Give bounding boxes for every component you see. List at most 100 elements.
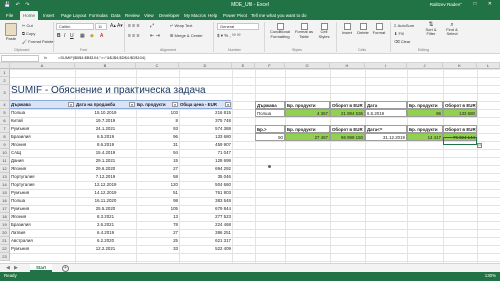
cell-styles-button[interactable]: Cell Styles — [316, 23, 332, 39]
table-cell[interactable]: Австралия — [10, 237, 75, 245]
row-header[interactable]: 11 — [0, 157, 10, 165]
column-header-i[interactable]: I — [365, 63, 407, 69]
row-header[interactable]: 16 — [0, 197, 10, 205]
box2-criteria-date[interactable]: 6.5.2019 — [365, 109, 407, 117]
row-header[interactable]: 17 — [0, 205, 10, 213]
table-cell[interactable]: 8.6.2019 — [75, 141, 136, 149]
table-cell[interactable]: 93 — [136, 125, 179, 133]
filter-dropdown-icon[interactable]: ▾ — [68, 102, 74, 107]
tab-page-layout[interactable]: Page Layout — [58, 11, 89, 20]
table-cell[interactable]: Бразилия — [10, 133, 75, 141]
table-cell[interactable]: 71 047 — [179, 149, 232, 157]
row-header[interactable]: 15 — [0, 189, 10, 197]
table-cell[interactable]: Латвия — [10, 229, 75, 237]
underline-button[interactable]: U — [70, 33, 74, 39]
table-cell[interactable]: Япония — [10, 213, 75, 221]
column-header-b[interactable]: B — [75, 63, 136, 69]
table-cell[interactable]: Румъния — [10, 125, 75, 133]
window-controls[interactable]: – □ ✕ — [459, 1, 497, 7]
tab-insert[interactable]: Insert — [40, 11, 57, 20]
box1-header-turnover[interactable]: Оборот в EUR — [330, 101, 365, 109]
font-name-select[interactable]: Calibri — [56, 23, 94, 30]
table-cell[interactable]: 761 903 — [179, 189, 232, 197]
format-painter-button[interactable]: 🖌 Format Painter — [22, 39, 55, 44]
table-cell[interactable]: Португалия — [10, 173, 75, 181]
table-cell[interactable]: 522 409 — [179, 245, 232, 253]
table-cell[interactable]: 6.4.2019 — [75, 229, 136, 237]
row-header[interactable]: 22 — [0, 245, 10, 253]
cut-button[interactable]: ✂ Cut — [22, 23, 33, 28]
table-header-country[interactable]: Държава ▾ — [10, 101, 75, 109]
table-cell[interactable]: 459 907 — [179, 141, 232, 149]
table-cell[interactable]: 51 — [136, 189, 179, 197]
sort-filter-button[interactable]: ⇅ Sort & Filter — [422, 22, 440, 37]
table-cell[interactable]: 383 548 — [179, 197, 232, 205]
number-format-select[interactable]: General — [217, 23, 259, 30]
box4-header-products[interactable]: Бр. продукти — [407, 125, 443, 133]
quick-analysis-icon[interactable]: ⊡ — [477, 143, 482, 148]
column-header-h[interactable]: H — [330, 63, 365, 69]
box3-result-turnover[interactable]: 96 999 150 — [330, 133, 365, 141]
row-header[interactable]: 14 — [0, 181, 10, 189]
table-cell[interactable]: 24.1.2021 — [75, 125, 136, 133]
column-header-f[interactable]: F — [255, 63, 285, 69]
row-header[interactable]: 6 — [0, 117, 10, 125]
column-header-k[interactable]: K — [443, 63, 477, 69]
row-header[interactable]: 10 — [0, 149, 10, 157]
font-size-select[interactable]: 11 — [95, 23, 107, 30]
table-cell[interactable]: 25.5.2020 — [75, 205, 136, 213]
row-header[interactable]: 2 — [0, 77, 10, 85]
font-color-icon[interactable]: A — [100, 33, 103, 39]
table-cell[interactable]: 19.7.2019 — [75, 117, 136, 125]
table-cell[interactable]: 35 046 — [179, 173, 232, 181]
table-cell[interactable]: Румъния — [10, 189, 75, 197]
box4-header-date[interactable]: Дата<= — [365, 125, 407, 133]
row-header[interactable]: 8 — [0, 133, 10, 141]
tab-review[interactable]: Review — [122, 11, 143, 20]
column-header-j[interactable]: J — [407, 63, 443, 69]
row-header[interactable]: 12 — [0, 165, 10, 173]
box4-header-turnover[interactable]: Оборот в EUR — [443, 125, 477, 133]
fx-icon[interactable]: fx — [44, 55, 47, 60]
box1-result-products[interactable]: 4 367 — [285, 109, 330, 117]
box1-header-country[interactable]: Държава — [255, 101, 285, 109]
column-header-l[interactable]: L — [477, 63, 500, 69]
table-header-total[interactable]: Обща цена - EUR ▾ — [179, 101, 232, 109]
box2-header-products[interactable]: Бр. продукти — [407, 101, 443, 109]
paste-button[interactable]: Paste — [3, 23, 19, 41]
active-cell-selection[interactable] — [443, 137, 477, 145]
table-header-date[interactable]: Дата на продажба ▾ — [75, 101, 136, 109]
wrap-text-button[interactable]: ↵ Wrap Text — [170, 23, 192, 28]
find-select-button[interactable]: ⌕ Find & Select — [443, 22, 461, 37]
row-header[interactable]: 3 — [0, 85, 10, 101]
conditional-formatting-button[interactable]: Conditional Formatting — [268, 23, 292, 39]
box1-criteria-country[interactable]: Полша — [255, 109, 285, 117]
table-cell[interactable]: 386 251 — [179, 229, 232, 237]
row-header[interactable]: 13 — [0, 173, 10, 181]
tab-help[interactable]: Help — [205, 11, 220, 20]
row-header[interactable]: 7 — [0, 125, 10, 133]
number-format-buttons[interactable]: $ ▾ % , ⁰⁰ ⁰⁰ — [217, 33, 240, 39]
table-cell[interactable]: 14.12.2019 — [75, 189, 136, 197]
box3-result-products[interactable]: 27 487 — [285, 133, 330, 141]
format-cells-button[interactable]: Format — [372, 23, 386, 35]
add-sheet-button[interactable]: + — [62, 265, 69, 272]
name-box[interactable] — [1, 55, 39, 62]
table-cell[interactable]: 7.12.2019 — [75, 173, 136, 181]
table-cell[interactable]: 8 — [136, 117, 179, 125]
table-cell[interactable]: Полша — [10, 197, 75, 205]
table-cell[interactable]: Дания — [10, 157, 75, 165]
table-cell[interactable]: 98 — [136, 197, 179, 205]
table-cell[interactable]: 33 — [136, 245, 179, 253]
zoom-level[interactable]: 130% — [485, 273, 496, 278]
table-cell[interactable]: 27 — [136, 229, 179, 237]
table-cell[interactable]: Румъния — [10, 245, 75, 253]
table-cell[interactable]: 574 388 — [179, 125, 232, 133]
tab-file[interactable]: File — [3, 11, 16, 20]
box3-header-turnover[interactable]: Оборот в EUR — [330, 125, 365, 133]
row-header[interactable]: 4 — [0, 101, 10, 109]
table-cell[interactable]: 15 — [136, 157, 179, 165]
box3-header-products[interactable]: Бр. продукти — [285, 125, 330, 133]
table-cell[interactable]: Португалия — [10, 181, 75, 189]
align-top-icon[interactable]: ≡ ≡ ≡ — [128, 23, 140, 29]
